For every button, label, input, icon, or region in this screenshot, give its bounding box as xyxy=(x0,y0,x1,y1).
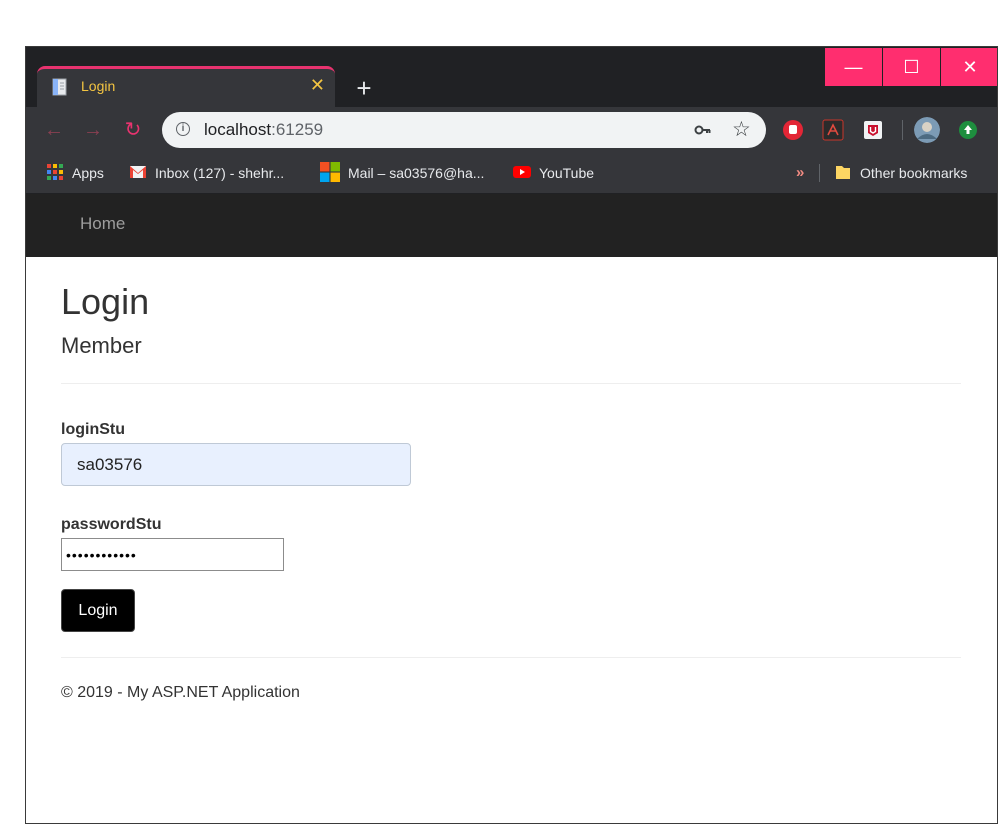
new-tab-button[interactable]: + xyxy=(350,75,378,103)
page-subtitle: Member xyxy=(61,333,142,358)
browser-toolbar: ← → ↻ i localhost:61259 ☆ xyxy=(26,107,997,153)
mcafee-extension-icon[interactable] xyxy=(862,119,884,141)
pdf-extension-icon[interactable] xyxy=(822,119,844,141)
folder-icon xyxy=(836,166,850,180)
back-arrow-icon[interactable]: ← xyxy=(43,119,65,141)
url-host: localhost xyxy=(204,120,272,139)
bookmark-other[interactable]: Other bookmarks xyxy=(834,153,967,193)
bookmark-apps[interactable]: Apps xyxy=(46,153,104,193)
bookmark-mail[interactable]: Mail – sa03576@ha... xyxy=(320,153,484,193)
login-button[interactable]: Login xyxy=(61,589,135,632)
login-input[interactable] xyxy=(61,443,411,486)
page-title: Login xyxy=(61,281,150,322)
bookmark-mail-label: Mail – sa03576@ha... xyxy=(348,165,485,181)
divider xyxy=(61,383,961,384)
bookmark-inbox[interactable]: Inbox (127) - shehr... xyxy=(129,153,284,193)
update-arrow-icon[interactable] xyxy=(958,120,978,140)
bookmark-youtube[interactable]: YouTube xyxy=(513,153,594,193)
toolbar-separator xyxy=(902,120,903,140)
forward-arrow-icon[interactable]: → xyxy=(82,119,104,141)
password-input[interactable] xyxy=(61,538,284,571)
bookmarks-separator xyxy=(819,164,820,182)
bookmark-youtube-label: YouTube xyxy=(539,165,595,181)
browser-window: Login ✕ + — ☐ ✕ ← → ↻ i localhost:61259 … xyxy=(25,46,998,824)
nav-home-link[interactable]: Home xyxy=(80,214,125,234)
bookmarks-bar: Apps Inbox (127) - shehr... Mail – sa035… xyxy=(26,153,997,194)
tab-close-icon[interactable]: ✕ xyxy=(310,75,325,95)
tab-login[interactable]: Login ✕ xyxy=(37,66,335,107)
bookmarks-overflow-chevron-icon[interactable]: » xyxy=(796,153,804,193)
address-bar[interactable]: i localhost:61259 ☆ xyxy=(162,112,766,148)
apps-grid-icon xyxy=(47,164,63,181)
bookmark-other-label: Other bookmarks xyxy=(860,165,968,181)
login-label: loginStu xyxy=(61,421,125,438)
gmail-icon xyxy=(130,166,146,179)
footer-text: © 2019 - My ASP.NET Application xyxy=(61,684,300,701)
key-icon[interactable] xyxy=(694,121,712,139)
reload-icon[interactable]: ↻ xyxy=(122,119,144,141)
maximize-button[interactable]: ☐ xyxy=(883,48,940,86)
profile-avatar[interactable] xyxy=(914,117,940,143)
tab-title: Login xyxy=(81,78,116,94)
password-label: passwordStu xyxy=(61,516,162,533)
bookmark-inbox-label: Inbox (127) - shehr... xyxy=(155,165,285,181)
tab-strip: Login ✕ + — ☐ ✕ xyxy=(26,47,997,107)
microsoft-icon xyxy=(320,162,340,183)
bookmark-star-icon[interactable]: ☆ xyxy=(732,117,751,142)
url-port: :61259 xyxy=(271,120,324,139)
address-url[interactable]: localhost:61259 xyxy=(204,120,323,140)
minimize-button[interactable]: — xyxy=(825,48,882,86)
youtube-icon xyxy=(513,166,531,179)
site-navbar: Home xyxy=(26,194,997,257)
close-window-button[interactable]: ✕ xyxy=(941,48,997,86)
page-favicon-icon xyxy=(52,78,67,96)
stop-hand-extension-icon[interactable] xyxy=(782,119,804,141)
bookmark-apps-label: Apps xyxy=(72,165,104,181)
footer-divider xyxy=(61,657,961,658)
info-icon[interactable]: i xyxy=(176,122,190,136)
